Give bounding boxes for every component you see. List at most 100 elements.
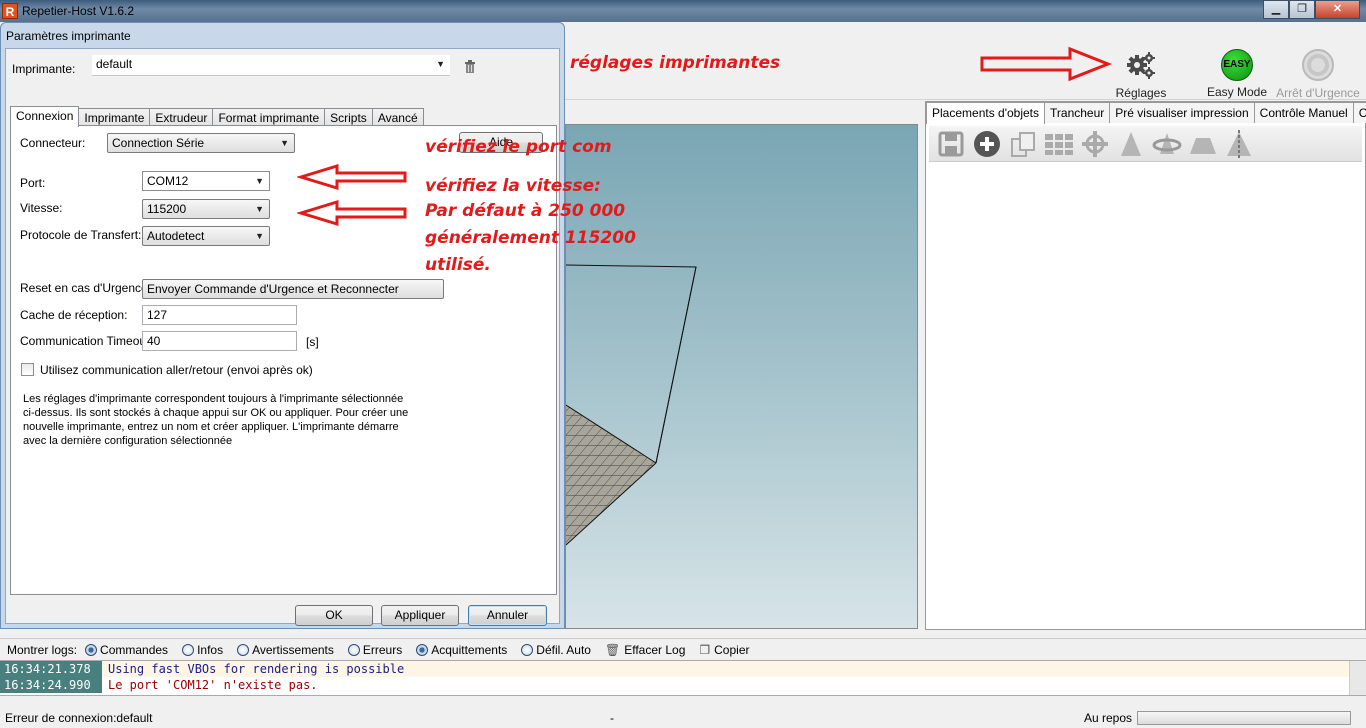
- log-message: Using fast VBOs for rendering is possibl…: [102, 661, 1366, 677]
- center-icon[interactable]: [1077, 128, 1113, 160]
- emergency-stop-button[interactable]: Arrêt d'Urgence: [1274, 48, 1362, 100]
- ok-button[interactable]: OK: [295, 605, 373, 626]
- log-filter-label: Acquittements: [431, 642, 508, 657]
- dialog-body: Imprimante: default ▼ Connexion Impriman…: [5, 48, 560, 626]
- chevron-down-icon: ▼: [436, 59, 445, 69]
- reset-select-value: Envoyer Commande d'Urgence et Reconnecte…: [147, 282, 399, 296]
- cache-input[interactable]: 127: [142, 305, 297, 325]
- note-line: nouvelle imprimante, entrez un nom et cr…: [23, 421, 399, 433]
- printer-label: Imprimante:: [12, 62, 76, 76]
- object-toolbar: [929, 126, 1362, 162]
- rotate-icon[interactable]: [1149, 128, 1185, 160]
- tab-print-preview[interactable]: Pré visualiser impression: [1109, 102, 1255, 123]
- log-filter-errors[interactable]: Erreurs: [347, 642, 403, 657]
- copy-icon[interactable]: [1005, 128, 1041, 160]
- annotation-speed-3: généralement 115200: [425, 228, 636, 248]
- status-connection: Erreur de connexion:default: [5, 711, 153, 725]
- cache-label: Cache de réception:: [20, 308, 128, 322]
- tab-object-placement[interactable]: Placements d'objets: [926, 102, 1046, 124]
- log-filter-label: Infos: [197, 642, 224, 657]
- tab-connexion[interactable]: Connexion: [10, 106, 80, 127]
- cut-icon[interactable]: [1185, 128, 1221, 160]
- radio-icon: [521, 643, 534, 656]
- chevron-down-icon: ▼: [255, 204, 264, 214]
- close-button[interactable]: ✕: [1315, 0, 1360, 19]
- easy-mode-button[interactable]: EASY Easy Mode: [1205, 48, 1269, 99]
- cancel-button[interactable]: Annuler: [468, 605, 547, 626]
- log-filter-warnings[interactable]: Avertissements: [237, 643, 334, 657]
- delete-printer-icon[interactable]: [464, 59, 476, 76]
- window-title: Repetier-Host V1.6.2: [22, 4, 135, 18]
- tab-extrudeur[interactable]: Extrudeur: [149, 108, 214, 126]
- annotation-port: vérifiez le port com: [425, 137, 612, 157]
- reset-select[interactable]: Envoyer Commande d'Urgence et Reconnecte…: [142, 279, 444, 299]
- log-line: 16:34:21.378 Using fast VBOs for renderi…: [0, 661, 1366, 677]
- log-filter-label: Erreurs: [362, 642, 403, 657]
- add-icon[interactable]: [969, 128, 1005, 160]
- log-filter-infos[interactable]: Infos: [182, 643, 223, 657]
- log-filter-acks[interactable]: Acquittements: [416, 643, 507, 657]
- radio-icon: [182, 643, 195, 656]
- tab-format-imprimante[interactable]: Format imprimante: [212, 108, 326, 126]
- tab-imprimante[interactable]: Imprimante: [78, 108, 151, 126]
- pingpong-label: Utilisez communication aller/retour (env…: [40, 363, 313, 377]
- connector-select-value: Connection Série: [112, 136, 205, 150]
- copy-log-button[interactable]: ❐ Copier: [699, 643, 749, 657]
- log-filter-autoscroll[interactable]: Défil. Auto: [521, 643, 591, 657]
- note-line: ci-dessus. Ils sont stockés à chaque app…: [23, 407, 409, 419]
- port-select-value: COM12: [147, 174, 189, 188]
- tab-slicer[interactable]: Trancheur: [1044, 102, 1111, 123]
- emergency-stop-label: Arrêt d'Urgence: [1276, 86, 1360, 100]
- connector-label: Connecteur:: [20, 136, 86, 150]
- log-scrollbar[interactable]: [1349, 661, 1366, 695]
- settings-note: Les réglages d'imprimante correspondent …: [23, 392, 423, 448]
- note-line: avec la dernière configuration sélection…: [23, 435, 233, 447]
- grid-icon[interactable]: [1041, 128, 1077, 160]
- radio-icon: [237, 643, 250, 656]
- save-icon[interactable]: [933, 128, 969, 160]
- tab-manual-control[interactable]: Contrôle Manuel: [1253, 102, 1354, 123]
- protocol-select-value: Autodetect: [147, 229, 205, 243]
- annotation-speed-2: Par défaut à 250 000: [425, 201, 626, 221]
- tab-scripts[interactable]: Scripts: [324, 108, 373, 126]
- right-panel: Placements d'objets Trancheur Pré visual…: [925, 101, 1366, 630]
- chevron-down-icon: ▼: [255, 176, 264, 186]
- tab-avance[interactable]: Avancé: [371, 108, 424, 126]
- timeout-input[interactable]: 40: [142, 331, 297, 351]
- log-filter-commands[interactable]: Commandes: [85, 643, 168, 657]
- trash-icon: 🗑: [604, 642, 621, 657]
- chevron-down-icon: ▼: [255, 231, 264, 241]
- minimize-button[interactable]: ▁: [1263, 0, 1289, 19]
- printer-select-value: default: [96, 57, 133, 71]
- log-output[interactable]: 16:34:21.378 Using fast VBOs for renderi…: [0, 660, 1366, 696]
- clear-log-button[interactable]: 🗑 Effacer Log: [605, 643, 685, 657]
- speed-select[interactable]: 115200 ▼: [142, 199, 270, 219]
- speed-label: Vitesse:: [20, 201, 63, 215]
- clear-log-label: Effacer Log: [624, 642, 686, 657]
- tab-sd-card[interactable]: Carte SD: [1352, 102, 1366, 123]
- 3d-viewport[interactable]: [565, 124, 918, 629]
- log-timestamp: 16:34:21.378: [0, 661, 102, 677]
- log-message: Le port 'COM12' n'existe pas.: [108, 678, 318, 692]
- mirror-icon[interactable]: [1221, 128, 1257, 160]
- printer-select[interactable]: default ▼: [92, 55, 450, 76]
- annotation-arrow-settings: [980, 46, 1112, 82]
- dialog-tabs: Connexion Imprimante Extrudeur Format im…: [10, 106, 424, 127]
- protocol-select[interactable]: Autodetect ▼: [142, 226, 270, 246]
- port-select[interactable]: COM12 ▼: [142, 171, 270, 191]
- status-middle: -: [610, 711, 614, 725]
- apply-button[interactable]: Appliquer: [381, 605, 459, 626]
- annotation-arrows-port-speed: [297, 164, 407, 227]
- connector-select[interactable]: Connection Série ▼: [107, 133, 295, 153]
- right-tabs: Placements d'objets Trancheur Pré visual…: [926, 102, 1366, 124]
- radio-icon: [85, 643, 98, 656]
- scale-icon[interactable]: [1113, 128, 1149, 160]
- pingpong-checkbox[interactable]: [21, 363, 34, 376]
- app-logo-icon: R: [2, 3, 18, 19]
- annotation-reglages: réglages imprimantes: [570, 53, 781, 73]
- radio-icon: [347, 643, 360, 656]
- radio-icon: [416, 643, 429, 656]
- maximize-button[interactable]: ❐: [1289, 0, 1315, 19]
- progress-bar: [1137, 711, 1351, 725]
- speed-select-value: 115200: [147, 202, 187, 216]
